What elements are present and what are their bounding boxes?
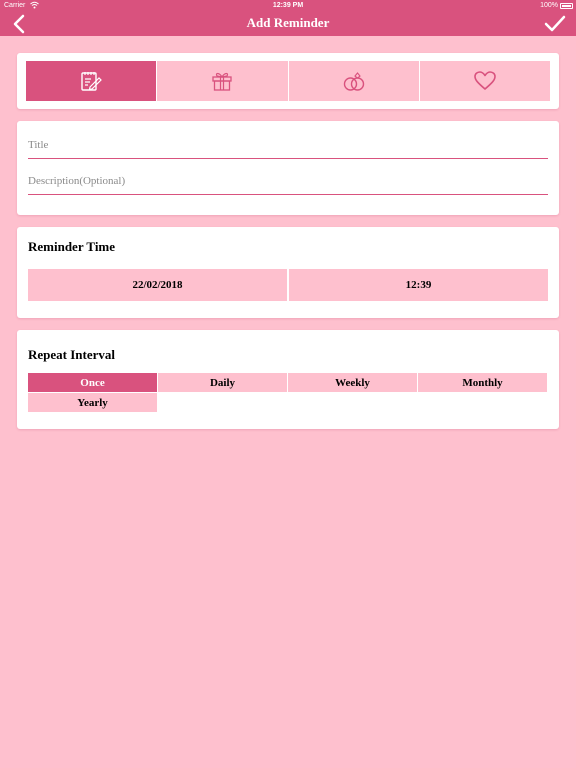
battery-percent: 100% (540, 2, 558, 9)
category-anniversary-button[interactable] (288, 61, 420, 101)
top-bar: Carrier 12:39 PM 100% Add Reminder (0, 0, 576, 36)
category-gift-button[interactable] (157, 61, 289, 101)
category-love-button[interactable] (419, 61, 550, 101)
category-note-button[interactable] (26, 61, 158, 101)
details-card (17, 121, 559, 215)
status-bar: Carrier 12:39 PM 100% (0, 0, 576, 12)
nav-bar: Add Reminder (0, 12, 576, 36)
repeat-interval-heading: Repeat Interval (28, 347, 116, 362)
repeat-interval-card: Repeat Interval Once Daily Weekly Monthl… (17, 330, 559, 429)
title-field-container (28, 133, 548, 159)
repeat-weekly-button[interactable]: Weekly (288, 373, 418, 392)
description-input[interactable] (28, 169, 548, 193)
checkmark-icon[interactable] (544, 14, 566, 34)
gift-icon (212, 72, 233, 91)
time-picker-button[interactable]: 12:39 (289, 269, 548, 301)
title-input[interactable] (28, 133, 548, 157)
rings-icon (343, 72, 364, 91)
page-title: Add Reminder (246, 15, 330, 30)
reminder-time-row: 22/02/2018 12:39 (28, 269, 548, 301)
category-card (17, 53, 559, 109)
heart-icon (474, 71, 496, 90)
repeat-yearly-button[interactable]: Yearly (28, 393, 158, 412)
repeat-options: Once Daily Weekly Monthly Yearly (28, 373, 548, 412)
repeat-once-button[interactable]: Once (28, 373, 158, 392)
repeat-monthly-button[interactable]: Monthly (418, 373, 548, 392)
reminder-time-card: Reminder Time 22/02/2018 12:39 (17, 227, 559, 318)
repeat-daily-button[interactable]: Daily (158, 373, 288, 392)
status-time: 12:39 PM (272, 2, 304, 9)
battery-icon (560, 3, 573, 9)
reminder-time-heading: Reminder Time (28, 239, 116, 254)
category-selector (26, 61, 550, 101)
description-field-container (28, 169, 548, 195)
note-edit-icon (81, 72, 102, 91)
date-picker-button[interactable]: 22/02/2018 (28, 269, 289, 301)
